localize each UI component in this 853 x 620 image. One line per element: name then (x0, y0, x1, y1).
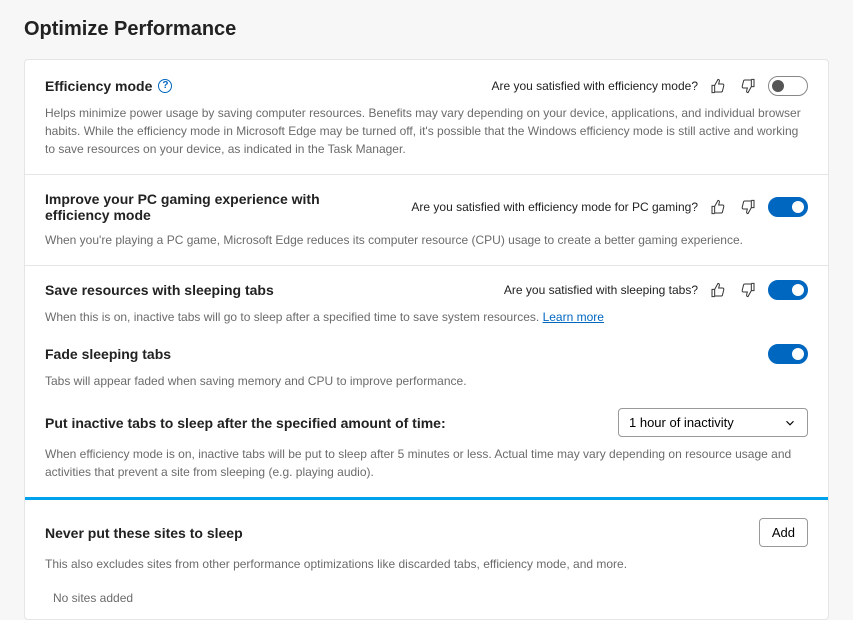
sleeping-tabs-group: Save resources with sleeping tabs Are yo… (25, 266, 828, 620)
learn-more-link[interactable]: Learn more (543, 310, 604, 324)
never-sleep-section: Never put these sites to sleep Add This … (24, 497, 829, 620)
thumbs-up-icon[interactable] (708, 280, 728, 300)
inactive-time-desc: When efficiency mode is on, inactive tab… (45, 445, 808, 481)
sleeping-feedback-prompt: Are you satisfied with sleeping tabs? (504, 283, 698, 297)
inactive-time-selected: 1 hour of inactivity (629, 415, 734, 430)
gaming-feedback-prompt: Are you satisfied with efficiency mode f… (411, 200, 698, 214)
never-sleep-desc: This also excludes sites from other perf… (45, 555, 808, 573)
sleeping-tabs-desc: When this is on, inactive tabs will go t… (45, 308, 808, 326)
never-sleep-empty: No sites added (45, 591, 808, 605)
inactive-time-dropdown[interactable]: 1 hour of inactivity (618, 408, 808, 437)
efficiency-mode-desc: Helps minimize power usage by saving com… (45, 104, 808, 158)
inactive-time-title: Put inactive tabs to sleep after the spe… (45, 415, 446, 431)
gaming-section: Improve your PC gaming experience with e… (25, 175, 828, 266)
page-title: Optimize Performance (24, 18, 829, 41)
thumbs-down-icon[interactable] (738, 76, 758, 96)
fade-tabs-toggle[interactable] (768, 344, 808, 364)
thumbs-up-icon[interactable] (708, 76, 728, 96)
fade-tabs-title: Fade sleeping tabs (45, 346, 171, 362)
thumbs-down-icon[interactable] (738, 197, 758, 217)
performance-card: Efficiency mode ? Are you satisfied with… (24, 59, 829, 620)
add-button[interactable]: Add (759, 518, 808, 547)
thumbs-up-icon[interactable] (708, 197, 728, 217)
gaming-desc: When you're playing a PC game, Microsoft… (45, 231, 808, 249)
thumbs-down-icon[interactable] (738, 280, 758, 300)
efficiency-feedback-prompt: Are you satisfied with efficiency mode? (491, 79, 698, 93)
efficiency-mode-section: Efficiency mode ? Are you satisfied with… (25, 60, 828, 175)
sleeping-tabs-title: Save resources with sleeping tabs (45, 282, 274, 298)
efficiency-mode-toggle[interactable] (768, 76, 808, 96)
gaming-toggle[interactable] (768, 197, 808, 217)
efficiency-mode-title: Efficiency mode (45, 78, 152, 94)
help-icon[interactable]: ? (158, 79, 172, 93)
sleeping-tabs-toggle[interactable] (768, 280, 808, 300)
gaming-title: Improve your PC gaming experience with e… (45, 191, 375, 223)
fade-tabs-desc: Tabs will appear faded when saving memor… (45, 372, 808, 390)
chevron-down-icon (783, 416, 797, 430)
never-sleep-title: Never put these sites to sleep (45, 525, 243, 541)
